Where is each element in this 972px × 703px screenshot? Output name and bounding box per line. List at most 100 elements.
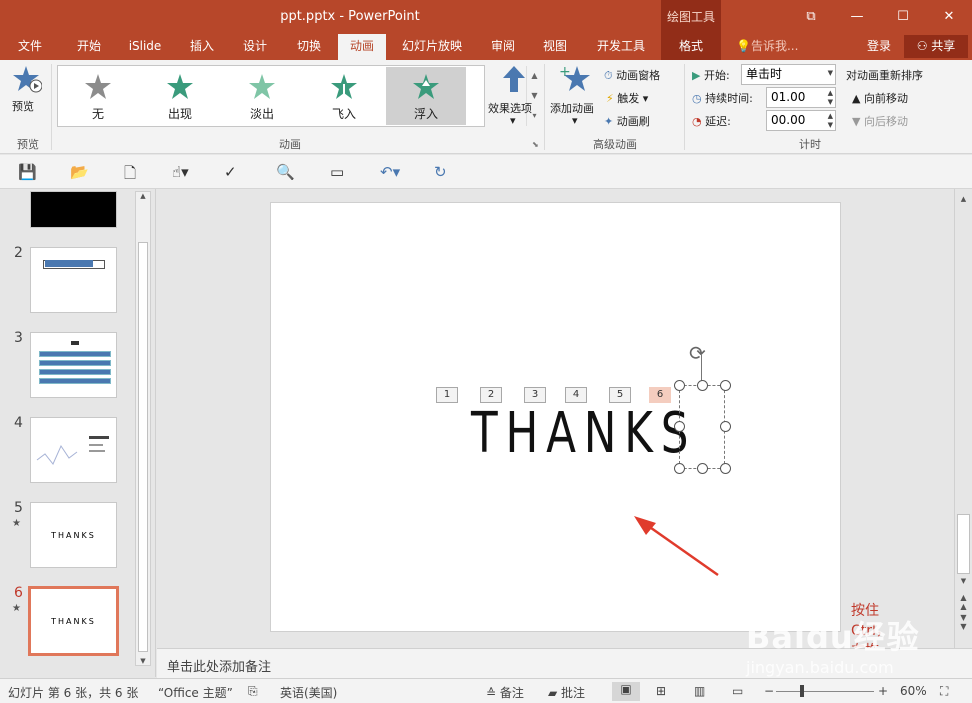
scroll-down-icon[interactable]: ▼ — [955, 577, 972, 585]
thumbnail-slide-3[interactable] — [30, 332, 117, 398]
tab-view[interactable]: 视图 — [532, 34, 578, 60]
tab-transitions[interactable]: 切换 — [286, 34, 332, 60]
zoom-in-icon[interactable]: + — [878, 684, 888, 698]
arrow-up-icon — [503, 66, 525, 92]
status-bar: 幻灯片 第 6 张，共 6 张 “Office 主题” ⎘ 英语(美国) ≙ 备… — [0, 678, 972, 703]
slide-thumbnails: 2 3 4 5 ★ THANKS 6 ★ THANKS ▲ ▼ — [0, 189, 156, 677]
duration-spinner[interactable]: 01.00 ▲ ▼ — [766, 87, 836, 108]
scroll-thumb[interactable] — [957, 514, 970, 574]
tab-slideshow[interactable]: 幻灯片放映 — [394, 34, 470, 60]
thumbnail-slide-4[interactable] — [30, 417, 117, 483]
tab-insert[interactable]: 插入 — [180, 34, 224, 60]
preview-button[interactable]: 预览 — [10, 64, 44, 116]
scroll-up-icon[interactable]: ▲ — [136, 192, 150, 200]
thumbnail-slide-2[interactable] — [30, 247, 117, 313]
zoom-slider-thumb[interactable] — [800, 685, 804, 697]
comments-button[interactable]: ▰ 批注 — [548, 684, 585, 701]
baidu-logo-text: Baidu经验 — [746, 618, 920, 656]
tab-design[interactable]: 设计 — [232, 34, 278, 60]
resize-handle[interactable] — [674, 463, 685, 474]
ribbon-display-icon[interactable]: ⧉ — [788, 0, 834, 34]
tab-islide[interactable]: iSlide — [122, 34, 168, 60]
context-tool-label: 绘图工具 — [661, 0, 721, 34]
share-button[interactable]: ⚇ 共享 — [904, 35, 968, 58]
add-animation-button[interactable]: + 添加动画 ▾ — [550, 64, 600, 134]
animation-fly-in[interactable]: 飞入 — [304, 67, 384, 125]
editor-scrollbar[interactable]: ▲ ▼ ▲ ▲ ▼ ▼ — [954, 189, 972, 648]
tab-file[interactable]: 文件 — [8, 34, 52, 60]
rotate-handle-icon[interactable]: ⟳ — [689, 341, 706, 365]
proofing-icon[interactable]: ⎘ — [248, 684, 258, 699]
resize-handle[interactable] — [674, 380, 685, 391]
minimize-icon[interactable]: — — [834, 0, 880, 34]
tab-review[interactable]: 审阅 — [480, 34, 526, 60]
resize-handle[interactable] — [720, 463, 731, 474]
zoom-out-icon[interactable]: − — [764, 684, 774, 698]
previous-slide-icon[interactable]: ▲ ▲ — [955, 593, 972, 611]
spelling-icon[interactable]: ✓ — [224, 163, 237, 181]
animation-marker[interactable]: 1 — [436, 387, 458, 403]
start-select[interactable]: 单击时 ▼ — [741, 64, 836, 85]
slide-canvas[interactable]: 1 2 3 4 5 6 THANKS ⟳ 按住Ctrl，右拖拉 — [270, 202, 890, 679]
move-later-button[interactable]: ▼ 向后移动 — [852, 113, 908, 129]
open-folder-icon[interactable]: 📂 — [70, 163, 89, 181]
resize-handle[interactable] — [720, 380, 731, 391]
animation-float-in[interactable]: 浮入 — [386, 67, 466, 125]
animation-painter-button[interactable]: ✦ 动画刷 — [604, 113, 650, 129]
normal-view-icon[interactable]: ▣ — [612, 682, 640, 701]
effect-options-button[interactable]: 效果选项 ▾ — [488, 64, 540, 134]
animation-none[interactable]: 无 — [58, 67, 138, 125]
chevron-down-icon: ▼ — [827, 69, 833, 77]
zoom-slider[interactable] — [776, 691, 874, 692]
save-icon[interactable]: 💾 — [18, 163, 37, 181]
selection-box[interactable] — [679, 385, 725, 469]
slide-sorter-icon[interactable]: ⊞ — [656, 684, 666, 698]
thumbnail-number: 4 — [14, 415, 23, 431]
animation-appear[interactable]: 出现 — [140, 67, 220, 125]
scroll-thumb[interactable] — [138, 242, 148, 652]
tab-developer[interactable]: 开发工具 — [590, 34, 652, 60]
animation-pane-button[interactable]: ⏱ 动画窗格 — [604, 67, 660, 83]
ribbon-tabs: 文件 开始 iSlide 插入 设计 切换 动画 幻灯片放映 审阅 视图 开发工… — [0, 34, 972, 60]
reading-view-icon[interactable]: ▥ — [694, 684, 705, 698]
undo-icon[interactable]: ↶▾ — [380, 163, 400, 181]
star-gray-icon — [85, 74, 111, 99]
scroll-up-icon[interactable]: ▲ — [955, 195, 972, 203]
touch-mode-icon[interactable]: ☝▾ — [172, 163, 189, 181]
notes-placeholder: 单击此处添加备注 — [167, 660, 272, 675]
resize-handle[interactable] — [720, 421, 731, 432]
slideshow-icon[interactable]: ▭ — [330, 163, 344, 181]
tell-me-search[interactable]: 💡告诉我... — [736, 34, 798, 60]
tab-format[interactable]: 格式 — [661, 34, 721, 60]
delay-spinner[interactable]: 00.00 ▲ ▼ — [766, 110, 836, 131]
resize-handle[interactable] — [697, 380, 708, 391]
fit-to-window-icon[interactable]: ⛶ — [940, 684, 948, 699]
lightbulb-icon: 💡 — [736, 39, 751, 53]
trigger-button[interactable]: ⚡ 触发 ▾ — [606, 90, 648, 106]
thumbnail-slide-6[interactable]: THANKS — [28, 586, 119, 656]
zoom-level[interactable]: 60% — [900, 684, 927, 698]
language-label[interactable]: 英语(美国) — [280, 684, 337, 701]
notes-button[interactable]: ≙ 备注 — [486, 684, 524, 701]
thumbnail-slide-1[interactable] — [30, 191, 117, 228]
thanks-text[interactable]: THANKS — [471, 401, 696, 466]
resize-handle[interactable] — [674, 421, 685, 432]
new-file-icon[interactable]: 🗋 — [124, 163, 136, 188]
thumbnail-slide-5[interactable]: THANKS — [30, 502, 117, 568]
thumbnail-scrollbar[interactable]: ▲ ▼ — [135, 191, 151, 666]
redo-icon[interactable]: ↻ — [434, 163, 447, 181]
scroll-down-icon[interactable]: ▼ — [136, 657, 150, 665]
resize-handle[interactable] — [697, 463, 708, 474]
dialog-launcher-icon[interactable]: ⬊ — [532, 140, 539, 149]
login-link[interactable]: 登录 — [867, 34, 891, 60]
tab-home[interactable]: 开始 — [66, 34, 112, 60]
notes-icon: ≙ — [486, 686, 500, 700]
close-icon[interactable]: ✕ — [926, 0, 972, 34]
star-add-icon: + — [559, 64, 590, 91]
slideshow-view-icon[interactable]: ▭ — [732, 684, 743, 698]
animation-fade[interactable]: 淡出 — [222, 67, 302, 125]
tab-animations[interactable]: 动画 — [338, 34, 386, 60]
move-earlier-button[interactable]: ▲ 向前移动 — [852, 90, 908, 106]
print-preview-icon[interactable]: 🔍 — [276, 163, 295, 181]
maximize-icon[interactable]: ☐ — [880, 0, 926, 34]
